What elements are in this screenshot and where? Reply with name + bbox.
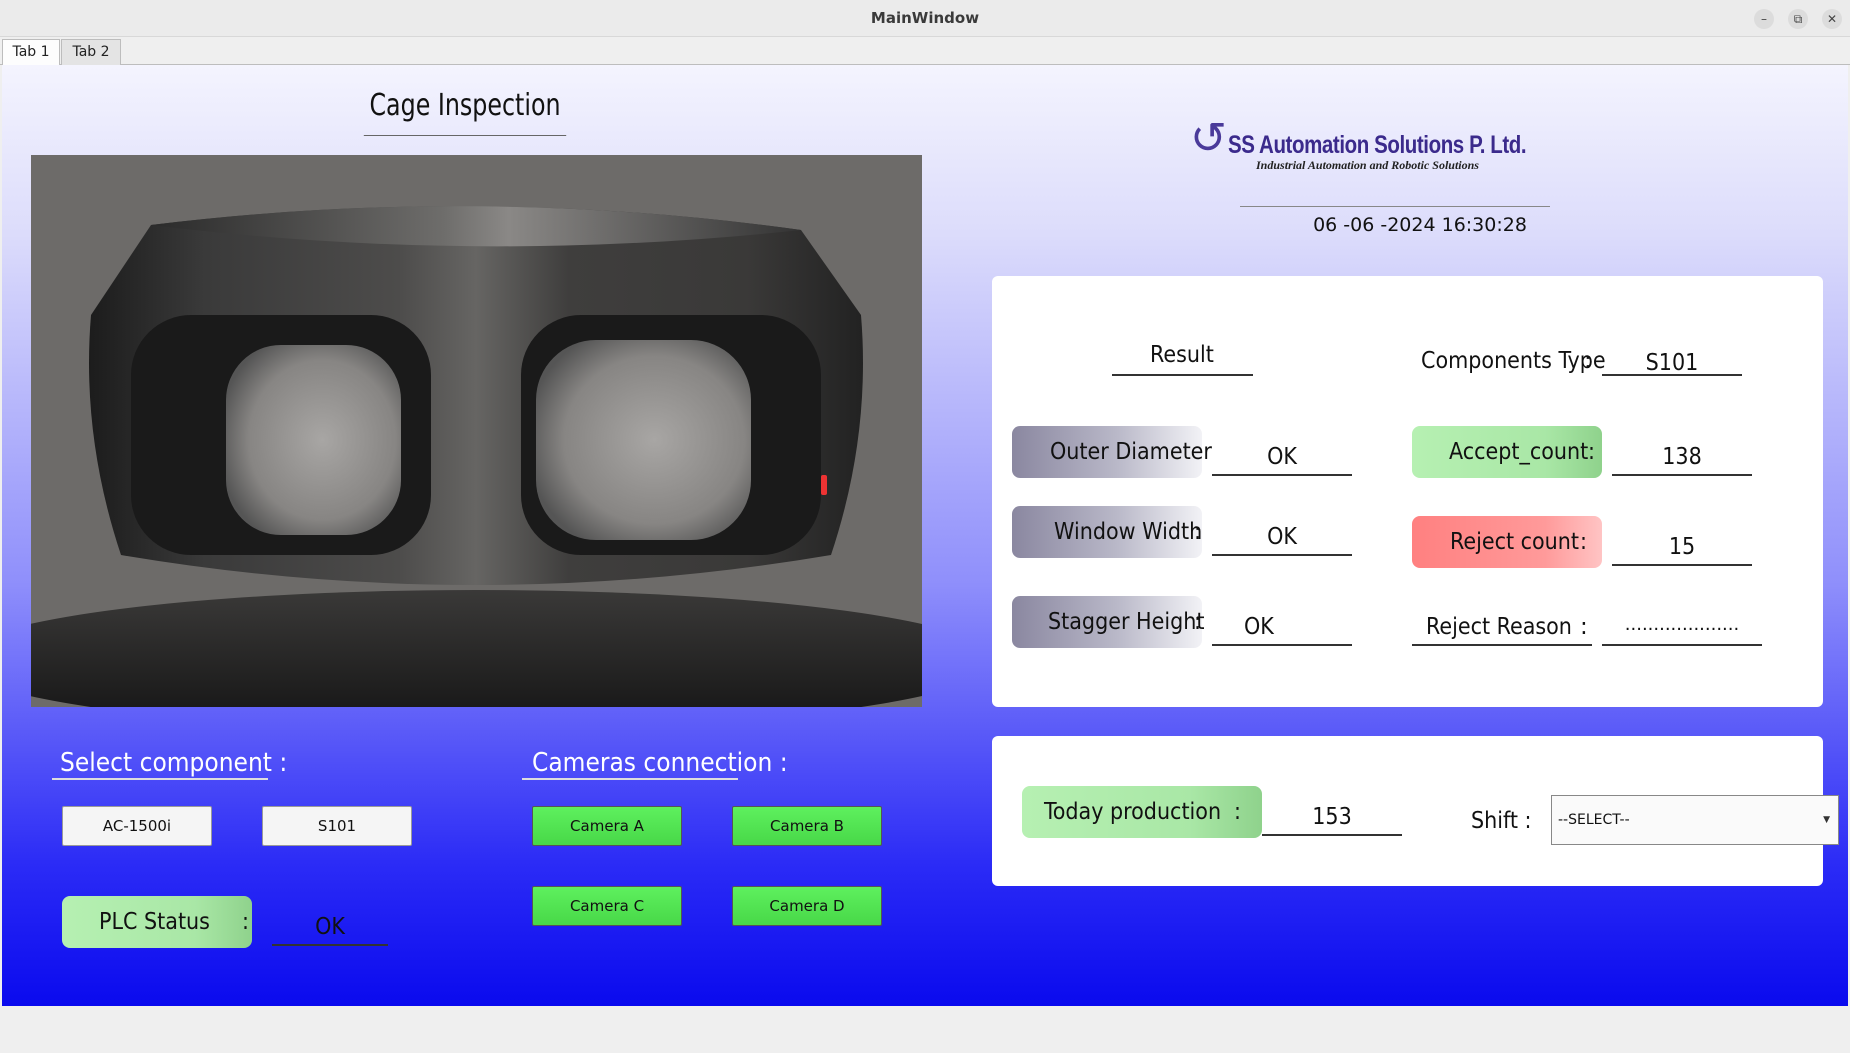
- date-divider: [1240, 206, 1550, 207]
- components-type-underline: [1602, 374, 1742, 376]
- window-width-value: OK: [1267, 524, 1297, 550]
- maximize-icon[interactable]: ⧉: [1788, 9, 1808, 29]
- reject-count-colon: :: [1580, 529, 1587, 555]
- stagger-height-value: OK: [1244, 614, 1274, 640]
- window-width-colon: :: [1194, 519, 1201, 545]
- today-production-colon: :: [1234, 799, 1241, 825]
- logo-arrow-icon: ↺: [1190, 113, 1227, 164]
- plc-status-label: PLC Status :: [62, 896, 252, 948]
- reject-count-text: Reject count: [1450, 529, 1579, 555]
- accept-count-label: Accept_count :: [1412, 426, 1602, 478]
- plc-status-colon: :: [242, 909, 249, 935]
- outer-diameter-label: Outer Diameter: [1012, 426, 1212, 478]
- result-title: Result: [1150, 342, 1214, 368]
- close-icon[interactable]: ✕: [1822, 9, 1842, 29]
- plc-status-underline: [272, 944, 388, 946]
- component-s101-button[interactable]: S101: [262, 806, 412, 846]
- company-logo: ↺ SS Automation Solutions P. Ltd. Indust…: [1190, 117, 1550, 177]
- logo-tagline: Industrial Automation and Robotic Soluti…: [1256, 158, 1479, 172]
- date-time: 06 -06 -2024 16:30:28: [1313, 214, 1527, 236]
- today-production-label: Today production :: [1022, 786, 1262, 838]
- camera-d-button[interactable]: Camera D: [732, 886, 882, 926]
- today-production-text: Today production: [1044, 799, 1222, 825]
- stagger-height-colon: :: [1194, 609, 1201, 635]
- components-type-label: Components Type: [1421, 348, 1606, 374]
- plc-status-text: PLC Status: [99, 909, 210, 935]
- tab-bar: Tab 1 Tab 2: [0, 37, 1850, 66]
- components-type-colon: :: [1584, 348, 1592, 374]
- accept-count-colon: :: [1588, 439, 1595, 465]
- window-width-label: Window Width :: [1012, 506, 1202, 558]
- select-component-title: Select component :: [52, 748, 287, 780]
- logo-company-name: SS Automation Solutions P. Ltd.: [1228, 131, 1527, 159]
- reject-count-label: Reject count :: [1412, 516, 1602, 568]
- outer-diameter-underline: [1212, 474, 1352, 476]
- component-ac1500i-button[interactable]: AC-1500i: [62, 806, 212, 846]
- shift-select[interactable]: --SELECT-- ▼: [1551, 795, 1839, 845]
- window-width-underline: [1212, 554, 1352, 556]
- accept-count-text: Accept_count: [1449, 439, 1589, 465]
- accept-count-value: 138: [1662, 444, 1702, 470]
- camera-image: [31, 155, 922, 707]
- main-window: MainWindow – ⧉ ✕ Tab 1 Tab 2 Cage Inspec…: [0, 0, 1850, 1053]
- camera-b-button[interactable]: Camera B: [732, 806, 882, 846]
- camera-a-button[interactable]: Camera A: [532, 806, 682, 846]
- shift-select-value: --SELECT--: [1558, 812, 1630, 828]
- page-title: Cage Inspection: [363, 88, 567, 136]
- stagger-height-text: Stagger Height: [1048, 609, 1205, 635]
- title-bar: MainWindow – ⧉ ✕: [0, 0, 1850, 37]
- result-title-underline: [1112, 374, 1253, 376]
- stagger-height-label: Stagger Height :: [1012, 596, 1205, 648]
- stagger-height-underline: [1212, 644, 1352, 646]
- accept-count-underline: [1612, 474, 1752, 476]
- reject-reason-label: Reject Reason: [1426, 614, 1572, 640]
- reject-reason-colon: :: [1580, 614, 1588, 640]
- cage-part-image: [31, 155, 922, 707]
- reject-reason-label-underline: [1412, 644, 1592, 646]
- reject-reason-value: ....................: [1624, 614, 1740, 635]
- today-production-underline: [1262, 834, 1402, 836]
- today-production-value: 153: [1312, 804, 1352, 830]
- chevron-down-icon: ▼: [1823, 815, 1830, 825]
- window-width-text: Window Width: [1054, 519, 1203, 545]
- cameras-connection-title: Cameras connection :: [522, 748, 788, 780]
- components-type-value: S101: [1645, 350, 1699, 376]
- plc-status-value: OK: [315, 914, 345, 940]
- reject-count-value: 15: [1668, 534, 1696, 560]
- outer-diameter-value: OK: [1267, 444, 1297, 470]
- shift-label: Shift :: [1471, 808, 1532, 834]
- reject-reason-underline: [1602, 644, 1762, 646]
- reject-count-underline: [1612, 564, 1752, 566]
- tab-2[interactable]: Tab 2: [61, 39, 121, 65]
- window-title: MainWindow: [870, 9, 980, 27]
- camera-c-button[interactable]: Camera C: [532, 886, 682, 926]
- minimize-icon[interactable]: –: [1754, 9, 1774, 29]
- tab-1[interactable]: Tab 1: [2, 39, 60, 66]
